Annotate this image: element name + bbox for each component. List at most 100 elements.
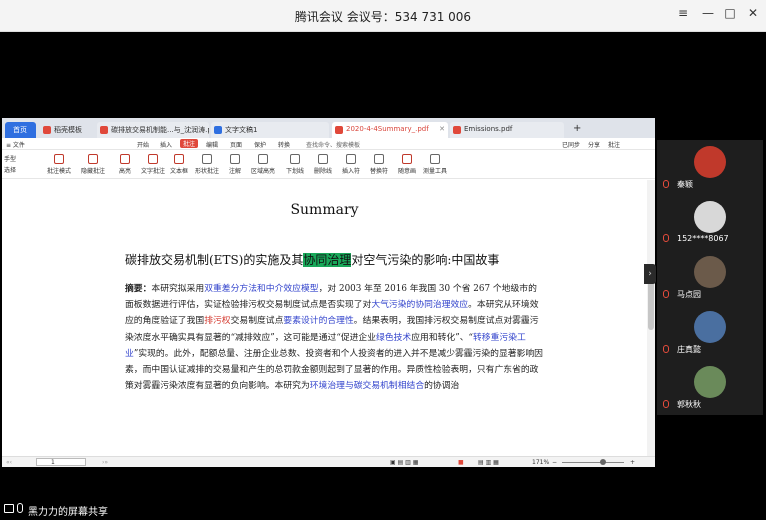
menu-start[interactable]: 开始: [137, 140, 149, 149]
comment-button[interactable]: 批注: [608, 140, 620, 149]
page-number-input[interactable]: 1: [36, 458, 86, 466]
first-page-icon[interactable]: «‹: [6, 459, 12, 466]
underline-icon: [290, 154, 300, 164]
tab-emissions-pdf[interactable]: Emissions.pdf: [450, 122, 564, 138]
next-page-icon[interactable]: ›»: [102, 459, 108, 466]
mic-muted-icon: [663, 180, 669, 188]
tab-summary-pdf[interactable]: 2020-4-4Summary_.pdf ✕: [332, 122, 448, 138]
shape-icon: [202, 154, 212, 164]
shared-wps-window: 首页 稻壳模板 碳排放交易机制能...与_沈润涛.pdf 文字文稿1 2020-…: [2, 118, 655, 467]
doc-subtitle: 碳排放交易机制(ETS)的实施及其协同治理对空气污染的影响:中国故事: [125, 253, 500, 267]
sync-status[interactable]: 已同步: [562, 140, 580, 149]
zoom-out-icon[interactable]: −: [552, 459, 557, 466]
screen-share-icon: [4, 504, 14, 513]
pdf-icon: [335, 126, 343, 134]
avatar: [694, 366, 726, 398]
annotation-mode-icon: [54, 154, 64, 164]
area-highlight-tool[interactable]: 区域高亮: [246, 154, 280, 175]
share-button[interactable]: 分享: [588, 140, 600, 149]
menu-page[interactable]: 页面: [230, 140, 242, 149]
wps-status-bar: «‹ 1 ›» ▣ ▤ ▥ ▦ ■ ▤ ▥ ▦ 171% − +: [2, 456, 655, 467]
participant-name: 郭秋秋: [663, 399, 701, 410]
close-tab-icon[interactable]: ✕: [439, 125, 445, 133]
screen-share-bar: 黑力力的屏幕共享: [0, 500, 766, 520]
zoom-level: 171%: [532, 459, 550, 466]
mic-muted-icon: [663, 400, 669, 408]
screen-share-label: 黑力力的屏幕共享: [28, 507, 108, 518]
highlight-icon: [120, 154, 130, 164]
participant-tile[interactable]: 152****8067: [657, 195, 763, 250]
pdf-page: Summary 碳排放交易机制(ETS)的实施及其协同治理对空气污染的影响:中国…: [2, 180, 647, 456]
pen-icon: [402, 154, 412, 164]
menu-annotate[interactable]: 批注: [180, 139, 199, 148]
menu-edit[interactable]: 编辑: [206, 140, 218, 149]
avatar: [694, 201, 726, 233]
participant-name: 秦颖: [663, 179, 693, 190]
minimize-button[interactable]: —: [699, 6, 717, 20]
menu-convert[interactable]: 转换: [278, 140, 290, 149]
command-search[interactable]: 查找命令、搜索模板: [306, 140, 360, 149]
menu-protect[interactable]: 保护: [254, 140, 266, 149]
hide-annotation-tool[interactable]: 隐藏批注: [76, 154, 110, 175]
participant-tile[interactable]: 秦颖: [657, 140, 763, 195]
select-tool[interactable]: 选择: [4, 165, 30, 174]
hand-tool[interactable]: 手型: [4, 154, 30, 163]
meeting-title: 腾讯会议 会议号：534 731 006: [294, 10, 472, 24]
docer-icon: [43, 126, 51, 134]
meeting-titlebar: 腾讯会议 会议号：534 731 006 ≡ — □ ✕: [0, 0, 766, 32]
stop-icon[interactable]: ■: [458, 459, 464, 466]
collapse-panel-arrow-icon[interactable]: ›: [644, 264, 656, 284]
area-highlight-icon: [258, 154, 268, 164]
mic-muted-icon: [663, 290, 669, 298]
mic-muted-icon: [663, 345, 669, 353]
participant-list: 秦颖 152****8067 马点园 庄真懿 郭秋秋: [657, 140, 763, 440]
hide-annotation-icon: [88, 154, 98, 164]
new-tab-button[interactable]: +: [570, 122, 584, 138]
tab-carbon-pdf[interactable]: 碳排放交易机制能...与_沈润涛.pdf: [97, 122, 209, 138]
view-mode-icons[interactable]: ▣ ▤ ▥ ▦: [390, 459, 418, 466]
layout-icons[interactable]: ▤ ▥ ▦: [478, 459, 499, 466]
mic-muted-icon: [663, 234, 669, 242]
wps-tab-bar: 首页 稻壳模板 碳排放交易机制能...与_沈润涛.pdf 文字文稿1 2020-…: [2, 118, 655, 138]
menu-insert[interactable]: 插入: [160, 140, 172, 149]
measure-tool[interactable]: 测量工具: [418, 154, 452, 175]
menu-file[interactable]: ≡ 文件: [6, 140, 25, 149]
tab-home[interactable]: 首页: [5, 122, 36, 138]
insert-mark-icon: [346, 154, 356, 164]
abstract-paragraph: 摘要：本研究拟采用双重差分方法和中介效应模型，对 2003 年至 2016 年我…: [125, 284, 543, 392]
microphone-icon: [17, 503, 23, 513]
ruler-icon: [430, 154, 440, 164]
doc-title: Summary: [290, 202, 359, 218]
strikethrough-icon: [318, 154, 328, 164]
maximize-button[interactable]: □: [721, 6, 739, 20]
wps-menu-bar: ≡ 文件 开始 插入 批注 编辑 页面 保护 转换 查找命令、搜索模板 已同步 …: [2, 138, 655, 150]
menu-icon[interactable]: ≡: [674, 6, 692, 20]
zoom-slider[interactable]: [562, 462, 624, 463]
tab-text-doc[interactable]: 文字文稿1: [211, 122, 329, 138]
textbox-icon: [174, 154, 184, 164]
participant-name: 庄真懿: [663, 344, 701, 355]
pdf-icon: [100, 126, 108, 134]
zoom-in-icon[interactable]: +: [630, 459, 635, 466]
shared-screen-stage: 首页 稻壳模板 碳排放交易机制能...与_沈润涛.pdf 文字文稿1 2020-…: [0, 32, 766, 520]
text-annotation-icon: [148, 154, 158, 164]
word-icon: [214, 126, 222, 134]
note-icon: [230, 154, 240, 164]
zoom-slider-knob[interactable]: [600, 459, 606, 465]
participant-name: 152****8067: [663, 234, 729, 243]
close-button[interactable]: ✕: [744, 6, 762, 20]
avatar: [694, 146, 726, 178]
avatar: [694, 256, 726, 288]
participant-tile[interactable]: 马点园: [657, 250, 763, 305]
vertical-scrollbar[interactable]: [647, 180, 655, 456]
highlighted-text: 协同治理: [303, 253, 352, 267]
annotation-toolbar: 手型 选择 批注模式 隐藏批注 高亮 文字批注 文本框 形状批注 注解 区域高亮…: [2, 151, 655, 179]
avatar: [694, 311, 726, 343]
annotation-mode-tool[interactable]: 批注模式: [42, 154, 76, 175]
tab-docer-templates[interactable]: 稻壳模板: [40, 122, 96, 138]
participant-tile[interactable]: 郭秋秋: [657, 360, 763, 415]
pdf-icon: [453, 126, 461, 134]
participant-tile[interactable]: 庄真懿: [657, 305, 763, 360]
participant-name: 马点园: [663, 289, 701, 300]
replace-mark-icon: [374, 154, 384, 164]
